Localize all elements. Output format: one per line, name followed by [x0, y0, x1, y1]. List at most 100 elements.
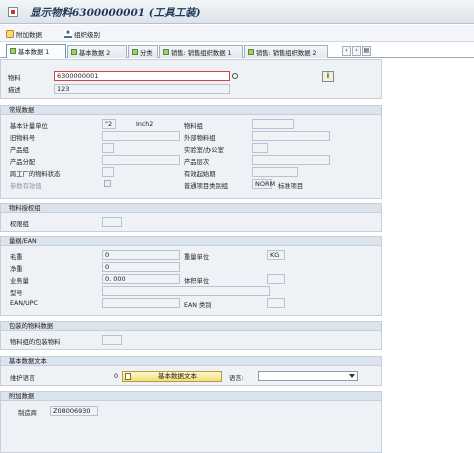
- volume-unit-label: 体积单位: [184, 278, 210, 285]
- sap-window-icon: [8, 7, 18, 17]
- tab-scroll-right-icon[interactable]: ›: [352, 46, 361, 56]
- material-group-field: [252, 119, 294, 129]
- base-uom-text: Inch2: [136, 121, 154, 128]
- tab-basic-data-1[interactable]: 基本数据 1: [6, 44, 66, 58]
- title-bar: 显示物料6300000001 (工具工装): [0, 0, 474, 24]
- org-levels-label: 组织级别: [74, 30, 100, 39]
- weight-unit-field: KG: [267, 250, 285, 260]
- volume-label: 业务量: [10, 278, 29, 285]
- group-title: 基本数据文本: [1, 357, 381, 366]
- ext-material-group-field: [252, 131, 330, 141]
- org-levels-icon: [64, 29, 72, 38]
- ref-valid-checkbox[interactable]: [104, 180, 111, 187]
- base-uom-label: 基本计量单位: [10, 123, 48, 130]
- material-group-label: 物料组: [184, 123, 203, 130]
- group-general-data: 常规数据 基本计量单位 "2 Inch2 物料组 旧物料号 外部物料组 产品组 …: [0, 105, 382, 199]
- volume-field: 0. 000: [102, 274, 180, 284]
- org-levels-button[interactable]: 组织级别: [64, 28, 100, 39]
- gross-weight-label: 毛重: [10, 254, 23, 261]
- maint-lang-value: 0: [114, 373, 119, 380]
- net-weight-label: 净重: [10, 266, 23, 273]
- group-title: 量纲/EAN: [1, 237, 381, 246]
- additional-data-label: 附加数据: [16, 30, 42, 39]
- size-field: [102, 286, 270, 296]
- main-content: 物料 6300000001 描述 123 i 常规数据 基本计量单位 "2 In…: [0, 59, 474, 453]
- basic-data-text-button-label: 基本数据文本: [158, 372, 197, 380]
- material-label: 物料: [8, 75, 21, 82]
- cross-plant-status-label: 跨工厂的物料状态: [10, 171, 61, 178]
- ref-valid-label: 参数有效值: [10, 183, 42, 190]
- language-label: 语言:: [229, 375, 244, 382]
- info-icon[interactable]: i: [322, 71, 334, 82]
- lab-office-label: 实验室/办公室: [184, 147, 224, 154]
- tab-list-icon[interactable]: ▤: [362, 46, 371, 56]
- tab-label: 销售: 销售组织数据 1: [171, 50, 232, 57]
- tab-scroll-left-icon[interactable]: ‹: [342, 46, 351, 56]
- group-packaging: 包装的物料数据 物料组的包装物料: [0, 321, 382, 350]
- text-editor-icon: [125, 373, 131, 380]
- tab-label: 基本数据 2: [79, 50, 111, 57]
- application-toolbar: 附加数据 组织级别: [0, 25, 474, 42]
- lab-office-field: [252, 143, 268, 153]
- ean-category-field: [267, 298, 285, 308]
- item-cat-group-text: 标准项目: [278, 183, 304, 190]
- volume-unit-field: [267, 274, 285, 284]
- tab-sales-org-1[interactable]: 销售: 销售组织数据 1: [159, 45, 243, 58]
- group-title: 常规数据: [1, 106, 381, 115]
- tab-strip: 基本数据 1 基本数据 2 分类 销售: 销售组织数据 1 销售: 销售组织数据…: [0, 43, 474, 58]
- product-alloc-field: [102, 155, 180, 165]
- additional-data-button[interactable]: 附加数据: [6, 28, 42, 39]
- group-authorization: 物料授权组 权限组: [0, 203, 382, 232]
- tab-status-icon: [10, 48, 16, 54]
- tab-classification[interactable]: 分类: [128, 45, 158, 58]
- pack-group-label: 物料组的包装物料: [10, 339, 61, 346]
- net-weight-field: 0: [102, 262, 180, 272]
- manufacturer-label: 制造商: [18, 410, 37, 417]
- tab-label: 分类: [140, 50, 153, 57]
- group-title: 附加数据: [1, 392, 381, 401]
- search-help-icon[interactable]: [232, 73, 238, 79]
- material-header: 物料 6300000001 描述 123 i: [0, 59, 382, 99]
- group-basic-data-text: 基本数据文本 维护语言 0 基本数据文本 语言:: [0, 356, 382, 386]
- valid-from-label: 有效起始期: [184, 171, 216, 178]
- product-alloc-label: 产品分配: [10, 159, 36, 166]
- tab-basic-data-2[interactable]: 基本数据 2: [67, 45, 127, 58]
- ean-field: [102, 298, 180, 308]
- item-cat-group-label: 普通项目类别组: [184, 183, 229, 190]
- window-title: 显示物料6300000001 (工具工装): [30, 7, 201, 19]
- group-title: 包装的物料数据: [1, 322, 381, 331]
- tab-sales-org-2[interactable]: 销售: 销售组织数据 2: [244, 45, 328, 58]
- group-title: 物料授权组: [1, 204, 381, 213]
- auth-group-label: 权限组: [10, 221, 29, 228]
- cross-plant-status-field: [102, 167, 114, 177]
- ean-category-label: EAN 类别: [184, 302, 212, 309]
- tab-status-icon: [132, 49, 138, 55]
- old-material-field: [102, 131, 180, 141]
- group-additional-data: 附加数据 制造商 Z08006930: [0, 391, 382, 453]
- material-number-field[interactable]: 6300000001: [54, 71, 230, 81]
- product-hierarchy-label: 产品层次: [184, 159, 210, 166]
- tab-status-icon: [71, 49, 77, 55]
- weight-unit-label: 重量单位: [184, 254, 210, 261]
- ean-label: EAN/UPC: [10, 300, 38, 307]
- tab-status-icon: [163, 49, 169, 55]
- description-field: 123: [54, 84, 230, 94]
- language-dropdown[interactable]: [258, 371, 358, 381]
- product-hierarchy-field: [252, 155, 330, 165]
- pack-group-field: [102, 335, 122, 345]
- size-label: 型号: [10, 290, 23, 297]
- maint-lang-label: 维护语言: [10, 375, 36, 382]
- product-group-label: 产品组: [10, 147, 29, 154]
- item-cat-group-field: NORM: [252, 179, 275, 189]
- old-material-label: 旧物料号: [10, 135, 36, 142]
- ext-material-group-label: 外部物料组: [184, 135, 216, 142]
- gross-weight-field: 0: [102, 250, 180, 260]
- tab-status-icon: [248, 49, 254, 55]
- basic-data-text-button[interactable]: 基本数据文本: [122, 371, 222, 382]
- auth-group-field: [102, 217, 122, 227]
- group-dimensions-ean: 量纲/EAN 毛重 0 重量单位 KG 净重 0 业务量 0. 000 体积单位…: [0, 236, 382, 316]
- valid-from-field: [252, 167, 298, 177]
- description-label: 描述: [8, 87, 21, 94]
- product-group-field: [102, 143, 114, 153]
- base-uom-field: "2: [102, 119, 116, 129]
